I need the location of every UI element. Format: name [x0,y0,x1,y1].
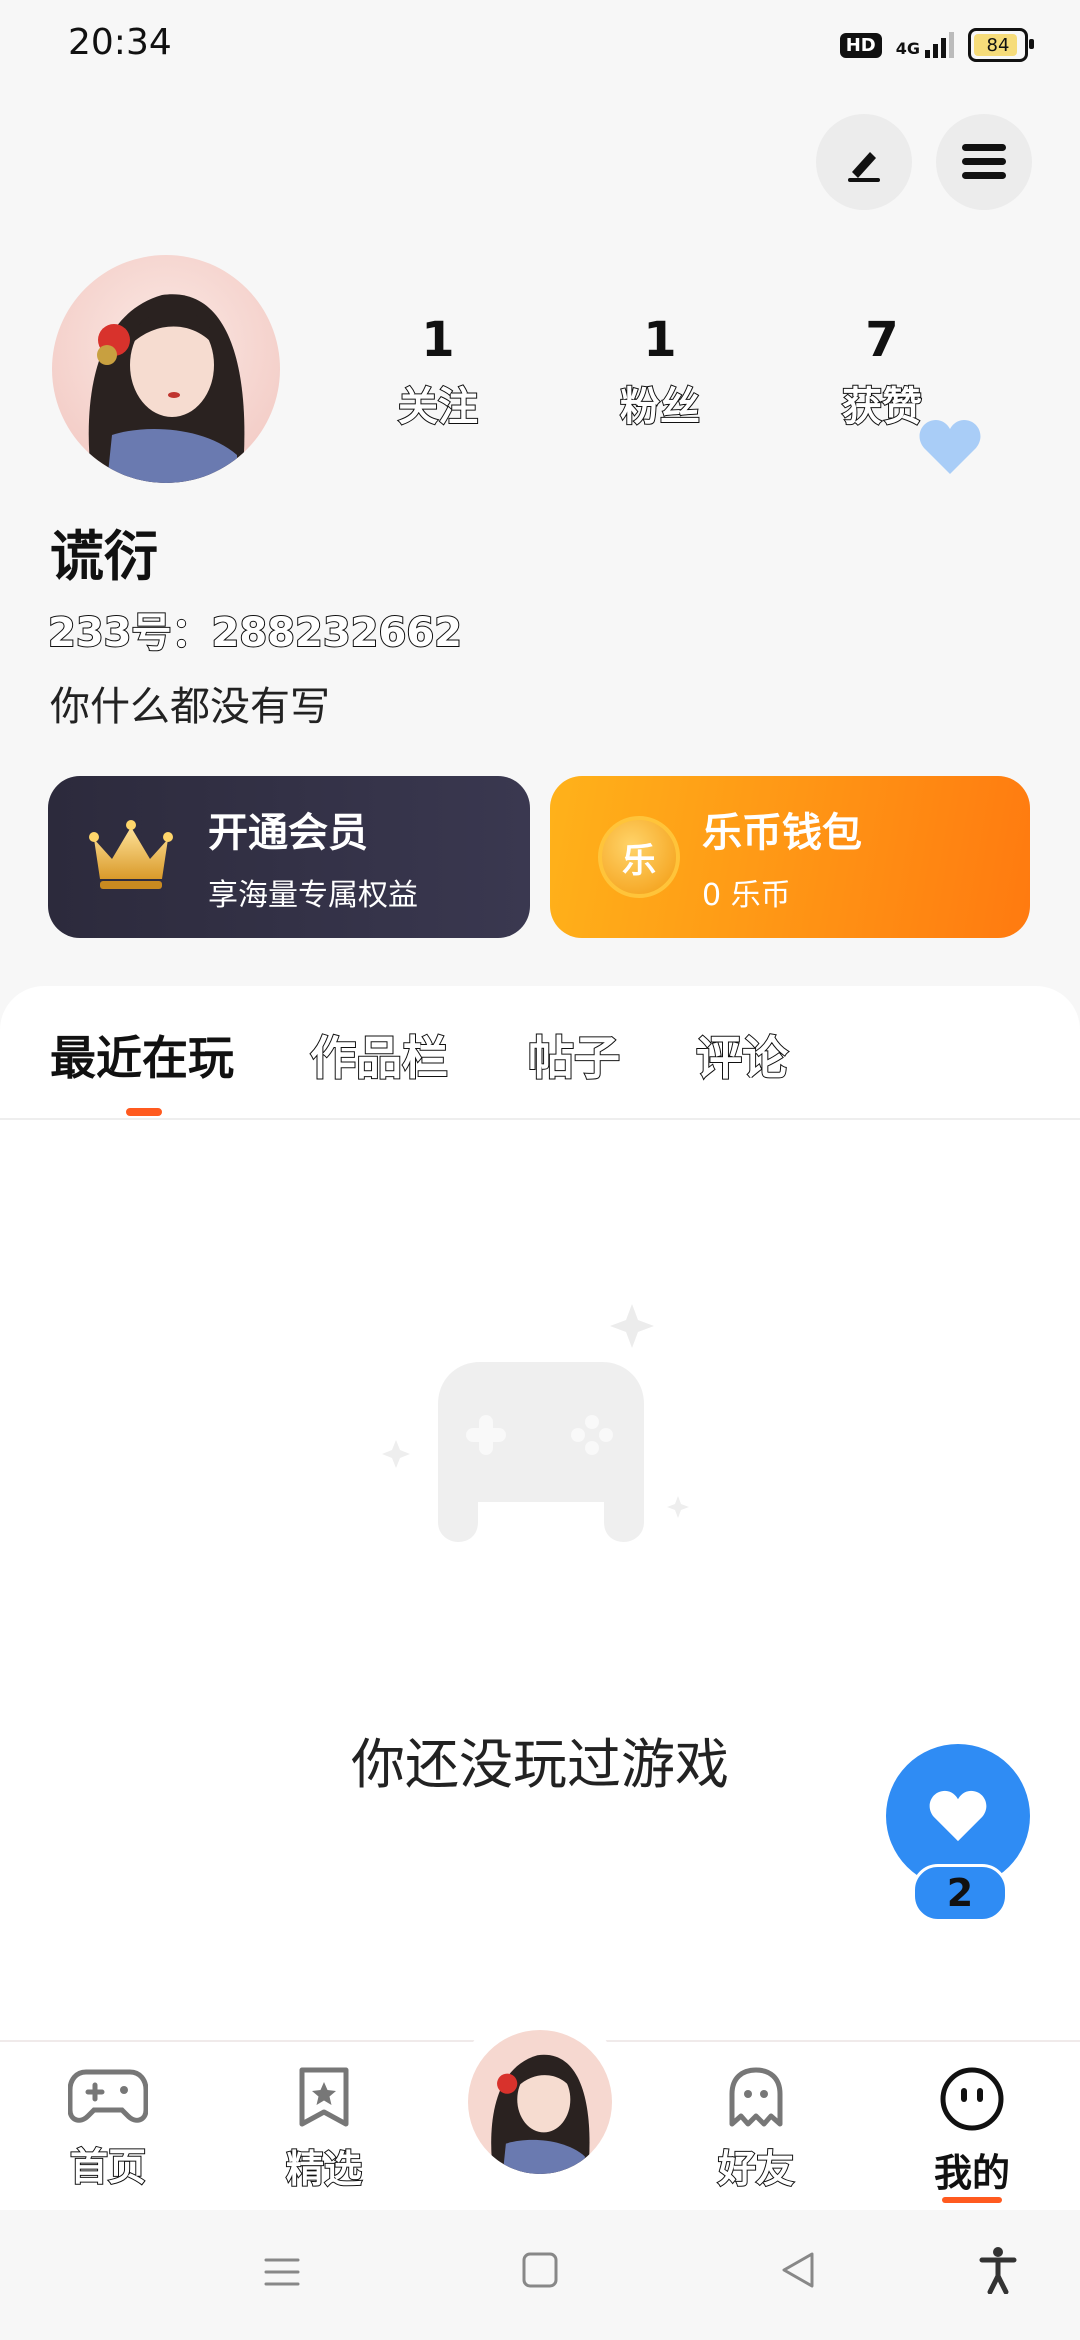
face-icon [940,2067,1004,2131]
menu-icon [962,144,1006,179]
stat-likes[interactable]: 7 获赞 [802,312,962,432]
stat-following[interactable]: 1 关注 [358,312,518,432]
fab-count-badge: 2 [912,1864,1008,1922]
active-indicator [942,2197,1002,2203]
divider [0,1118,1080,1120]
stat-label: 关注 [397,383,479,431]
tab-recent[interactable]: 最近在玩 [50,1022,234,1088]
battery-icon: 84 [968,28,1034,62]
tab-posts[interactable]: 帖子 [527,1022,621,1088]
user-name: 谎衍 [50,525,158,588]
wallet-title: 乐币钱包 [702,810,862,856]
stat-value: 7 [865,312,899,368]
nav-mine[interactable]: 我的 [902,2066,1042,2203]
stat-value: 1 [421,312,455,368]
tab-indicator [126,1108,162,1116]
vip-card[interactable]: 开通会员 享海量专属权益 [48,776,530,938]
user-bio: 你什么都没有写 [50,684,330,730]
back-icon[interactable] [778,2250,818,2290]
nav-featured[interactable]: 精选 [254,2066,394,2193]
heart-icon [929,1790,987,1842]
home-icon[interactable] [520,2250,560,2290]
gamepad-icon [67,2069,149,2123]
coin-icon: 乐 [598,816,680,898]
tab-works[interactable]: 作品栏 [309,1022,449,1088]
nav-label: 我的 [933,2151,1010,2195]
status-time: 20:34 [68,22,172,63]
stat-followers[interactable]: 1 粉丝 [580,312,740,432]
nav-friends[interactable]: 好友 [686,2066,826,2193]
wallet-subtitle: 0 乐币 [702,878,791,913]
crown-icon [89,820,173,889]
status-icons: HD 4G 84 [839,28,1034,62]
nav-label: 精选 [285,2146,363,2192]
network-icon: 4G [896,32,954,58]
pen-icon [848,152,880,182]
bookmark-star-icon [299,2067,349,2127]
vip-subtitle: 享海量专属权益 [208,878,418,913]
stat-value: 1 [643,312,677,368]
menu-button[interactable] [936,114,1032,210]
vip-title: 开通会员 [208,810,368,856]
tab-comments[interactable]: 评论 [695,1022,789,1088]
wallet-card[interactable]: 乐 乐币钱包 0 乐币 [550,776,1030,938]
nav-avatar-button[interactable] [468,2030,612,2174]
stat-label: 粉丝 [619,383,701,431]
nav-home[interactable]: 首页 [38,2066,178,2191]
ghost-icon [729,2067,783,2127]
accessibility-icon[interactable] [978,2246,1018,2294]
avatar[interactable] [52,255,280,483]
edit-button[interactable] [816,114,912,210]
hd-badge: HD [839,32,882,58]
gamepad-icon [382,1304,689,1542]
nav-label: 首页 [69,2144,147,2190]
recents-icon[interactable] [262,2252,302,2292]
nav-label: 好友 [717,2146,795,2192]
user-id: 233号：288232662 [47,609,463,657]
heart-icon [919,420,981,474]
